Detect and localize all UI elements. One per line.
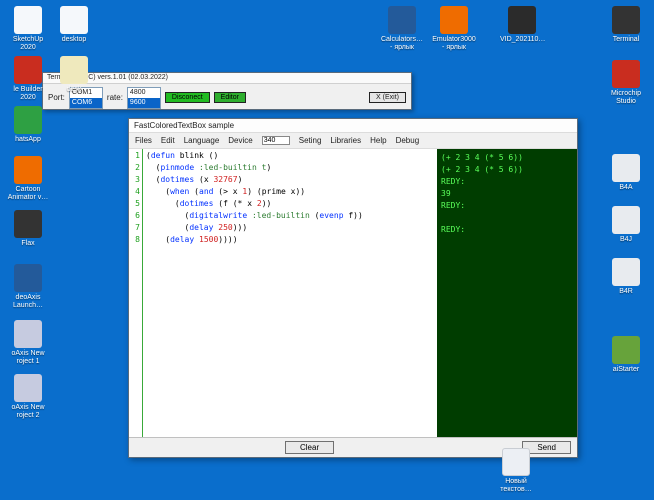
desktop: Termina-Tor (C) vers.1.01 (02.03.2022) P… [0, 0, 654, 500]
icon-label: oAxis New roject 1 [11, 350, 44, 365]
app-icon [14, 264, 42, 292]
app-icon [14, 374, 42, 402]
desktop-icon--[interactable]: Новый текстов… [494, 448, 538, 493]
disconnect-button[interactable]: Disconect [165, 92, 210, 103]
app-icon [14, 320, 42, 348]
icon-label: le Builder 2020 [13, 86, 42, 101]
app-icon [612, 6, 640, 34]
port-window-title: Termina-Tor (C) vers.1.01 (02.03.2022) [43, 73, 411, 84]
app-icon [612, 60, 640, 88]
icon-label: desktop [62, 36, 87, 43]
exit-button[interactable]: X (Exit) [369, 92, 406, 103]
desktop-icon-oaxis-new-roject-2[interactable]: oAxis New roject 2 [6, 374, 50, 419]
menu-language[interactable]: Language [184, 136, 220, 145]
app-icon [502, 448, 530, 476]
icon-label: Cartoon Animator v… [8, 186, 48, 201]
desktop-icon-cartoon-animator-v-[interactable]: Cartoon Animator v… [6, 156, 50, 201]
desktop-icon-deoaxis-launch-[interactable]: deoAxis Launch… [6, 264, 50, 309]
menu-edit[interactable]: Edit [161, 136, 175, 145]
icon-label: SketchUp 2020 [13, 36, 43, 51]
app-icon [388, 6, 416, 34]
icon-label: oAxis New roject 2 [11, 404, 44, 419]
app-icon [612, 154, 640, 182]
app-icon [612, 206, 640, 234]
desktop-icon-b4a[interactable]: B4A [604, 154, 648, 192]
app-icon [14, 106, 42, 134]
desktop-icon-oaxis-new-roject-1[interactable]: oAxis New roject 1 [6, 320, 50, 365]
icon-label: B4J [620, 236, 632, 243]
app-icon [60, 56, 88, 84]
code-text[interactable]: (defun blink () (pinmode :led-builtin t)… [143, 149, 437, 437]
editor-button[interactable]: Editor [214, 92, 246, 103]
desktop-icon-flax[interactable]: Flax [6, 210, 50, 248]
icon-label: desk [67, 86, 82, 93]
icon-label: Microchip Studio [611, 90, 641, 105]
port-window: Termina-Tor (C) vers.1.01 (02.03.2022) P… [42, 72, 412, 110]
icon-label: Calculators… - ярлык [381, 36, 423, 51]
desktop-icon-b4r[interactable]: B4R [604, 258, 648, 296]
desktop-icon-aistarter[interactable]: aiStarter [604, 336, 648, 374]
desktop-icon-b4j[interactable]: B4J [604, 206, 648, 244]
icon-label: Новый текстов… [500, 478, 531, 493]
menu-files[interactable]: Files [135, 136, 152, 145]
rate-label: rate: [107, 93, 123, 102]
icon-label: Emulator3000 - ярлык [432, 36, 476, 51]
icon-label: B4R [619, 288, 633, 295]
editor-title: FastColoredTextBox sample [129, 119, 577, 133]
app-icon [60, 6, 88, 34]
device-field[interactable] [262, 136, 290, 145]
desktop-icon-calculators-[interactable]: Calculators… - ярлык [380, 6, 424, 51]
icon-label: deoAxis Launch… [13, 294, 43, 309]
app-icon [14, 156, 42, 184]
code-editor[interactable]: 12345678 (defun blink () (pinmode :led-b… [129, 149, 437, 437]
menu-device[interactable]: Device [228, 136, 252, 145]
desktop-icon-hatsapp[interactable]: hatsApp [6, 106, 50, 144]
editor-window: FastColoredTextBox sample Files Edit Lan… [128, 118, 578, 458]
desktop-icon-desktop[interactable]: desktop [52, 6, 96, 44]
desktop-icon-desk[interactable]: desk [52, 56, 96, 94]
clear-button[interactable]: Clear [285, 441, 334, 454]
app-icon [440, 6, 468, 34]
port-label: Port: [48, 93, 65, 102]
desktop-icon-terminal[interactable]: Terminal [604, 6, 648, 44]
icon-label: Flax [21, 240, 34, 247]
menubar: Files Edit Language Device Seting Librar… [129, 133, 577, 149]
terminal-output: (+ 2 3 4 (* 5 6)) (+ 2 3 4 (* 5 6)) REDY… [437, 149, 577, 437]
desktop-icon-microchip-studio[interactable]: Microchip Studio [604, 60, 648, 105]
line-gutter: 12345678 [129, 149, 143, 437]
menu-help[interactable]: Help [370, 136, 386, 145]
app-icon [14, 56, 42, 84]
menu-debug[interactable]: Debug [396, 136, 420, 145]
app-icon [612, 258, 640, 286]
app-icon [508, 6, 536, 34]
menu-seting[interactable]: Seting [299, 136, 322, 145]
desktop-icon-le-builder-2020[interactable]: le Builder 2020 [6, 56, 50, 101]
desktop-icon-emulator3000-[interactable]: Emulator3000 - ярлык [432, 6, 476, 51]
desktop-icon-sketchup-2020[interactable]: SketchUp 2020 [6, 6, 50, 51]
app-icon [14, 6, 42, 34]
menu-libraries[interactable]: Libraries [330, 136, 361, 145]
icon-label: hatsApp [15, 136, 41, 143]
icon-label: B4A [619, 184, 632, 191]
icon-label: aiStarter [613, 366, 639, 373]
rate-list[interactable]: 4800 9600 19200 [127, 87, 161, 109]
icon-label: VID_202110… [500, 36, 545, 43]
icon-label: Terminal [613, 36, 639, 43]
app-icon [612, 336, 640, 364]
app-icon [14, 210, 42, 238]
desktop-icon-vid_202110-[interactable]: VID_202110… [500, 6, 544, 44]
